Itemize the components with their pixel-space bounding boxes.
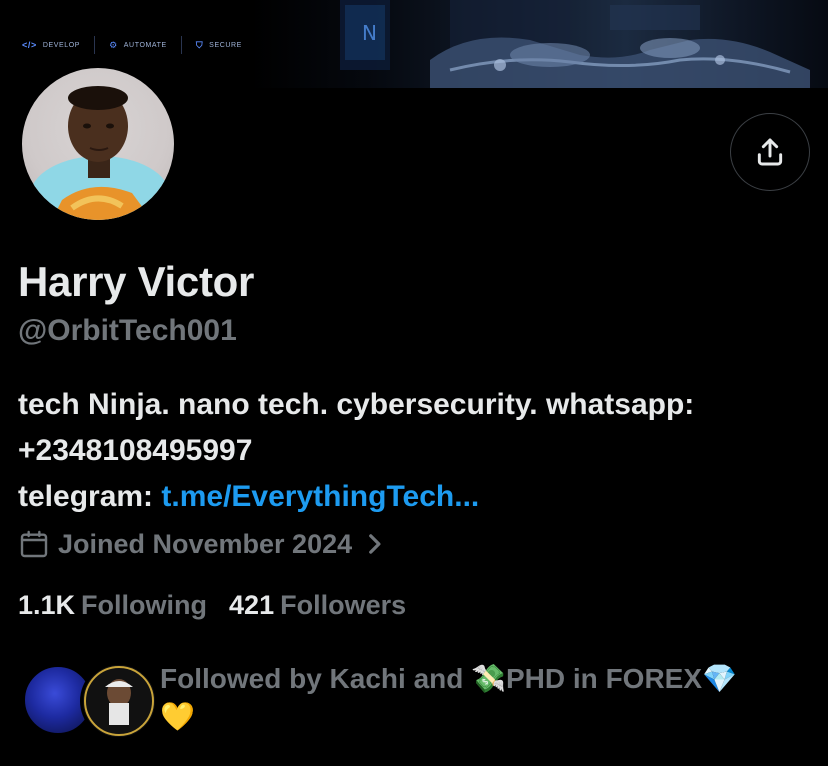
followers-count: 421 (229, 590, 275, 620)
banner-tag-label: AUTOMATE (123, 41, 167, 49)
profile-avatar[interactable] (18, 64, 178, 224)
banner-tag-label: DEVELOP (42, 41, 81, 49)
shield-icon: ⛉ (195, 39, 204, 50)
profile-handle: @OrbitTech001 (18, 314, 237, 347)
banner-tag-develop: </> DEVELOP (22, 36, 96, 54)
profile-stats: 1.1K Following 421 Followers (18, 590, 406, 621)
profile-bio: tech Ninja. nano tech. cybersecurity. wh… (18, 382, 818, 520)
followed-by-line: Followed by Kachi and 💸PHD in FOREX💎 (160, 663, 737, 694)
banner-robot-image: N (250, 0, 828, 88)
banner-tag-automate: ⚙ AUTOMATE (95, 36, 182, 54)
bio-line: telegram: t.me/EverythingTech... (18, 474, 818, 520)
following-link[interactable]: 1.1K Following (18, 590, 207, 621)
profile-name: Harry Victor (18, 258, 255, 305)
followed-by-text: Followed by Kachi and 💸PHD in FOREX💎 💛 (160, 660, 800, 736)
followers-link[interactable]: 421 Followers (229, 590, 406, 621)
followed-by-line: 💛 (160, 701, 195, 732)
followed-by-section[interactable]: Followed by Kachi and 💸PHD in FOREX💎 💛 (22, 660, 822, 740)
following-count: 1.1K (18, 590, 76, 620)
bio-line: tech Ninja. nano tech. cybersecurity. wh… (18, 388, 695, 421)
banner-tags: </> DEVELOP ⚙ AUTOMATE ⛉ SECURE (22, 36, 256, 54)
following-label: Following (81, 590, 208, 620)
joined-date[interactable]: Joined November 2024 (18, 528, 384, 560)
bio-line: +2348108495997 (18, 434, 253, 467)
calendar-icon (20, 530, 48, 558)
joined-text: Joined November 2024 (58, 528, 353, 559)
bio-line-prefix: telegram: (18, 480, 162, 513)
follower-avatar (80, 662, 158, 740)
share-button[interactable] (730, 113, 810, 191)
share-icon (757, 138, 783, 166)
svg-text:N: N (362, 21, 377, 45)
banner-tag-label: SECURE (209, 41, 242, 49)
chevron-right-icon (369, 534, 381, 554)
gear-icon: ⚙ (109, 39, 118, 50)
bio-telegram-link[interactable]: t.me/EverythingTech... (161, 480, 479, 513)
banner-tag-secure: ⛉ SECURE (182, 36, 256, 54)
code-icon: </> (22, 40, 37, 50)
followers-label: Followers (280, 590, 407, 620)
